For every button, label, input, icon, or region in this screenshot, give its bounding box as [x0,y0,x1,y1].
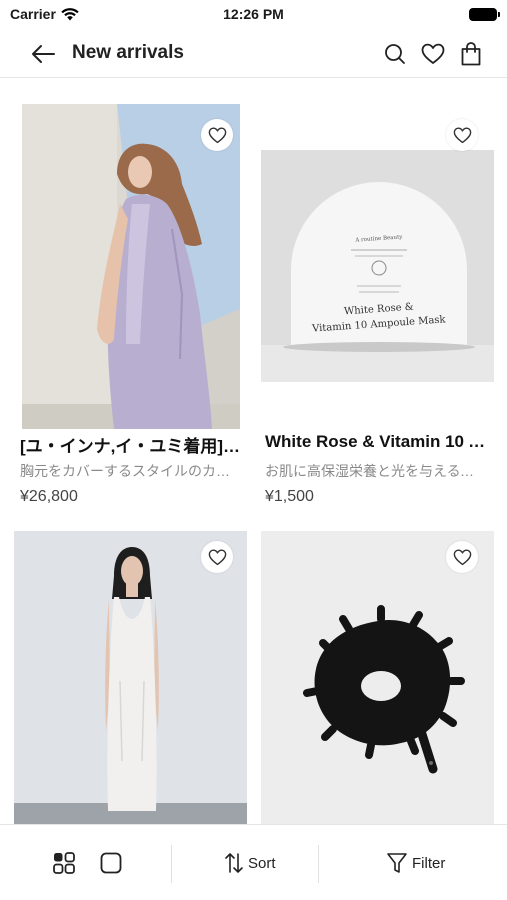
battery-icon [469,8,500,21]
product-price: ¥26,800 [20,488,78,505]
toolbar-divider [171,845,172,883]
sort-button[interactable]: Sort [224,845,276,881]
scrunchie-photo [261,531,494,824]
back-arrow-icon [32,45,55,63]
filter-button[interactable]: Filter [386,845,445,881]
product-card[interactable] [0,531,253,824]
single-view-icon [100,852,122,874]
product-image[interactable] [14,531,247,824]
product-grid: [ユ・インナ,イ・ユミ着用]ラスティドレス 胸元をカバーするスタイルのカットアウ… [0,79,507,824]
product-card[interactable]: A routine Beauty White Rose & Vitamin 10… [253,79,507,519]
product-title[interactable]: [ユ・インナ,イ・ユミ着用]ラスティドレス [20,432,242,457]
product-description: 胸元をカバーするスタイルのカットアウトドレス [20,463,242,479]
heart-icon [453,549,471,565]
bottom-toolbar: Sort Filter [0,824,507,900]
heart-icon [421,43,445,64]
shopping-bag-icon [461,42,481,66]
sort-icon [225,853,243,873]
sort-label: Sort [248,854,276,872]
wishlist-button[interactable] [419,40,447,68]
status-bar: Carrier 12:26 PM [0,0,507,30]
product-image[interactable] [22,104,240,429]
product-image[interactable]: A routine Beauty White Rose & Vitamin 10… [261,150,494,382]
search-button[interactable] [381,40,409,68]
search-icon [385,44,405,64]
heart-icon [453,127,471,143]
grid-view-button[interactable] [52,845,76,881]
product-description: お肌に高保湿栄養と光を与えるマスク [265,463,487,479]
favorite-button[interactable] [446,119,478,151]
mask-product-photo: A routine Beauty White Rose & Vitamin 10… [261,150,494,382]
product-title[interactable]: White Rose & Vitamin 10 Ampoule Mask [265,432,487,452]
dress-photo [22,104,240,429]
status-time: 12:26 PM [223,6,284,22]
back-button[interactable] [28,40,58,68]
filter-label: Filter [412,854,446,872]
grid-view-icon [53,852,75,874]
heart-icon [208,549,226,565]
cart-button[interactable] [457,40,485,68]
toolbar-divider [318,845,319,883]
heart-icon [208,127,226,143]
filter-icon [387,853,407,873]
nav-bar: New arrivals [0,30,507,78]
product-image[interactable] [261,531,494,824]
product-card[interactable] [253,531,507,824]
white-dress-photo [14,531,247,824]
product-price: ¥1,500 [265,488,314,505]
favorite-button[interactable] [201,119,233,151]
product-card[interactable]: [ユ・インナ,イ・ユミ着用]ラスティドレス 胸元をカバーするスタイルのカットアウ… [0,79,253,519]
single-view-button[interactable] [99,845,123,881]
favorite-button[interactable] [446,541,478,573]
nav-actions [381,40,485,68]
page-title: New arrivals [72,42,184,63]
favorite-button[interactable] [201,541,233,573]
